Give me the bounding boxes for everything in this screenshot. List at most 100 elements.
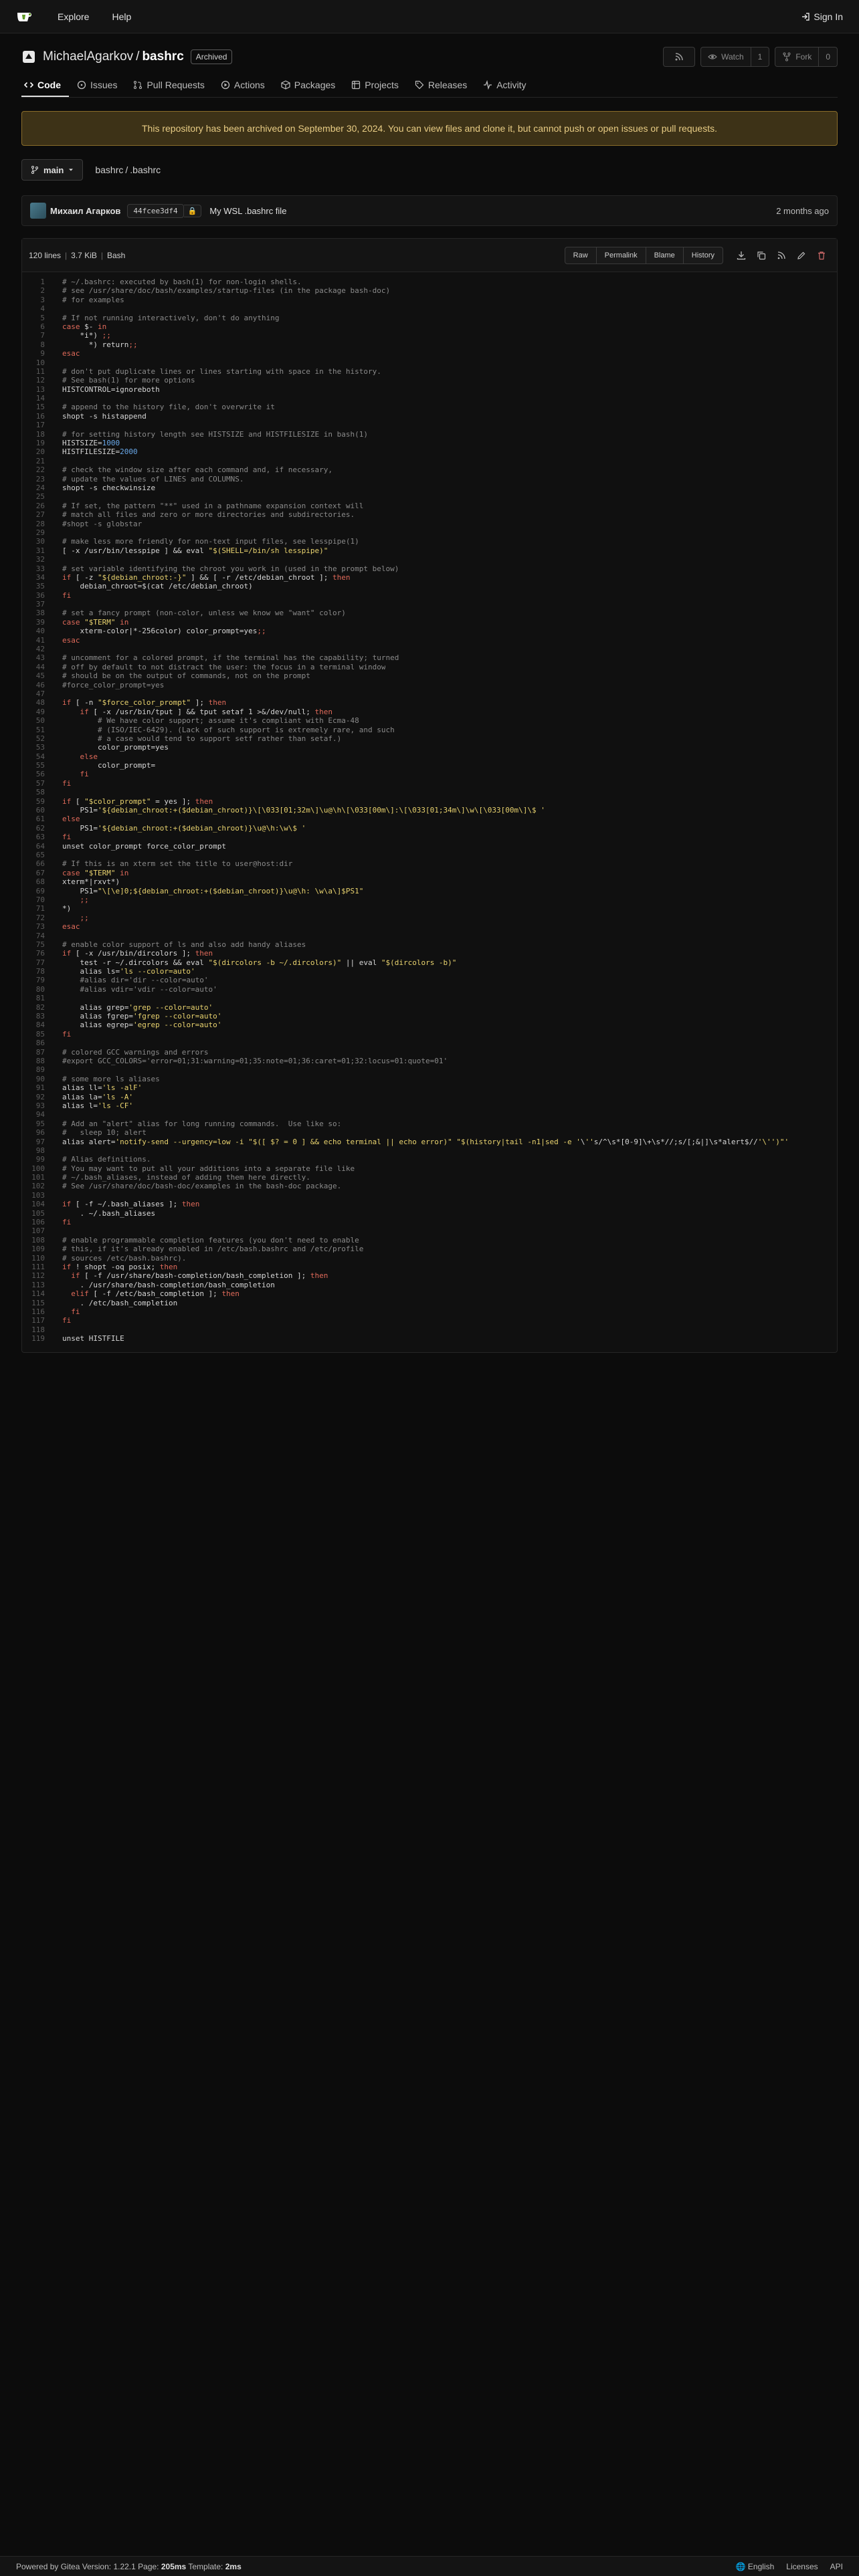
line-number[interactable]: 62 [22, 824, 56, 833]
history-button[interactable]: History [683, 246, 723, 264]
fork-count[interactable]: 0 [818, 47, 837, 66]
permalink-button[interactable]: Permalink [596, 246, 646, 264]
line-number[interactable]: 34 [22, 573, 56, 582]
line-number[interactable]: 87 [22, 1048, 56, 1057]
line-number[interactable]: 73 [22, 922, 56, 931]
commit-sha[interactable]: 44fcee3df4 [127, 203, 184, 218]
download-icon[interactable] [733, 247, 750, 264]
line-number[interactable]: 114 [22, 1289, 56, 1298]
line-number[interactable]: 45 [22, 671, 56, 680]
line-number[interactable]: 17 [22, 421, 56, 429]
line-number[interactable]: 93 [22, 1101, 56, 1110]
line-number[interactable]: 47 [22, 689, 56, 698]
line-number[interactable]: 85 [22, 1030, 56, 1039]
tab-code[interactable]: Code [21, 80, 69, 97]
avatar[interactable] [30, 203, 46, 219]
line-number[interactable]: 3 [22, 296, 56, 304]
line-number[interactable]: 36 [22, 591, 56, 600]
line-number[interactable]: 10 [22, 358, 56, 367]
line-number[interactable]: 21 [22, 457, 56, 465]
line-number[interactable]: 30 [22, 537, 56, 546]
gitea-link[interactable]: Powered by Gitea [16, 2562, 80, 2571]
line-number[interactable]: 66 [22, 859, 56, 868]
licenses-link[interactable]: Licenses [786, 2562, 818, 2571]
line-number[interactable]: 24 [22, 484, 56, 492]
line-number[interactable]: 33 [22, 564, 56, 573]
rss-feed-button[interactable] [663, 47, 696, 67]
line-number[interactable]: 67 [22, 869, 56, 877]
line-number[interactable]: 108 [22, 1236, 56, 1245]
line-number[interactable]: 31 [22, 546, 56, 555]
line-number[interactable]: 116 [22, 1307, 56, 1316]
line-number[interactable]: 99 [22, 1155, 56, 1164]
line-number[interactable]: 11 [22, 367, 56, 376]
line-number[interactable]: 50 [22, 716, 56, 725]
line-number[interactable]: 100 [22, 1164, 56, 1173]
nav-explore-link[interactable]: Explore [58, 11, 89, 22]
line-number[interactable]: 1 [22, 278, 56, 286]
line-number[interactable]: 54 [22, 752, 56, 761]
watch-button[interactable]: Watch [701, 47, 751, 66]
blame-button[interactable]: Blame [646, 246, 684, 264]
rss-icon[interactable] [773, 247, 790, 264]
line-number[interactable]: 12 [22, 376, 56, 385]
line-number[interactable]: 90 [22, 1075, 56, 1083]
line-number[interactable]: 95 [22, 1119, 56, 1128]
line-number[interactable]: 37 [22, 600, 56, 609]
copy-icon[interactable] [753, 247, 770, 264]
line-number[interactable]: 55 [22, 761, 56, 770]
line-number[interactable]: 61 [22, 815, 56, 823]
line-number[interactable]: 112 [22, 1271, 56, 1280]
line-number[interactable]: 49 [22, 708, 56, 716]
line-number[interactable]: 65 [22, 851, 56, 859]
line-number[interactable]: 58 [22, 788, 56, 796]
line-number[interactable]: 7 [22, 331, 56, 340]
line-number[interactable]: 104 [22, 1200, 56, 1208]
line-number[interactable]: 9 [22, 349, 56, 358]
line-number[interactable]: 72 [22, 914, 56, 922]
line-number[interactable]: 109 [22, 1245, 56, 1253]
line-number[interactable]: 59 [22, 797, 56, 806]
line-number[interactable]: 91 [22, 1083, 56, 1092]
line-number[interactable]: 46 [22, 681, 56, 689]
line-number[interactable]: 57 [22, 779, 56, 788]
line-number[interactable]: 56 [22, 770, 56, 778]
fork-button[interactable]: Fork [775, 47, 818, 66]
line-number[interactable]: 4 [22, 304, 56, 313]
line-number[interactable]: 42 [22, 645, 56, 653]
line-number[interactable]: 115 [22, 1299, 56, 1307]
line-number[interactable]: 41 [22, 636, 56, 645]
line-number[interactable]: 14 [22, 394, 56, 403]
trash-icon[interactable] [813, 247, 830, 264]
tab-issues[interactable]: Issues [69, 80, 125, 97]
line-number[interactable]: 78 [22, 967, 56, 976]
line-number[interactable]: 44 [22, 663, 56, 671]
language-selector[interactable]: 🌐 English [736, 2562, 775, 2571]
repo-name-link[interactable]: bashrc [142, 49, 183, 64]
line-number[interactable]: 26 [22, 502, 56, 510]
api-link[interactable]: API [830, 2562, 843, 2571]
line-number[interactable]: 74 [22, 932, 56, 940]
tab-projects[interactable]: Projects [343, 80, 407, 97]
line-number[interactable]: 32 [22, 555, 56, 564]
line-number[interactable]: 89 [22, 1065, 56, 1074]
watch-count[interactable]: 1 [750, 47, 769, 66]
line-number[interactable]: 6 [22, 322, 56, 331]
line-number[interactable]: 71 [22, 904, 56, 913]
line-number[interactable]: 15 [22, 403, 56, 411]
line-number[interactable]: 88 [22, 1057, 56, 1065]
line-number[interactable]: 13 [22, 385, 56, 394]
line-number[interactable]: 38 [22, 609, 56, 617]
line-number[interactable]: 39 [22, 618, 56, 627]
line-number[interactable]: 53 [22, 743, 56, 752]
line-number[interactable]: 107 [22, 1226, 56, 1235]
line-number[interactable]: 25 [22, 492, 56, 501]
line-number[interactable]: 101 [22, 1173, 56, 1182]
commit-author[interactable]: Михаил Агарков [50, 206, 120, 216]
line-number[interactable]: 18 [22, 430, 56, 439]
line-number[interactable]: 94 [22, 1110, 56, 1119]
line-number[interactable]: 28 [22, 520, 56, 528]
line-number[interactable]: 64 [22, 842, 56, 851]
line-number[interactable]: 113 [22, 1281, 56, 1289]
line-number[interactable]: 105 [22, 1209, 56, 1218]
